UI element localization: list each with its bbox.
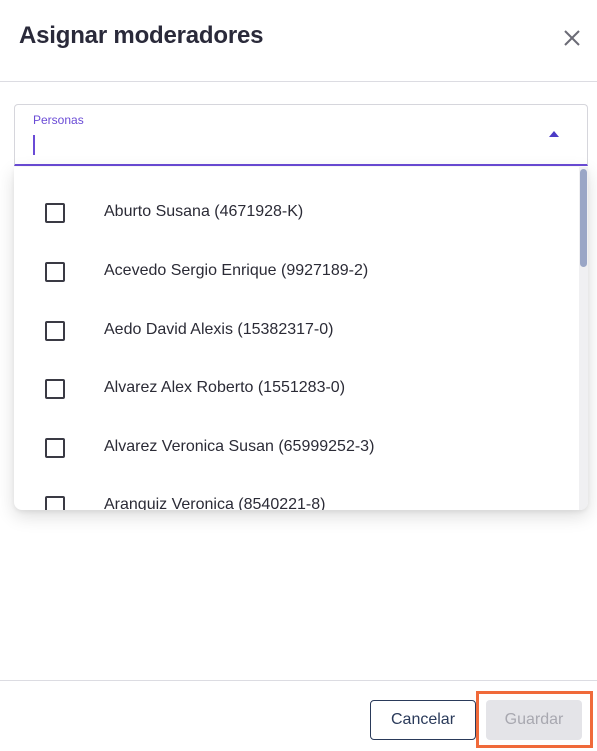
dialog-title: Asignar moderadores <box>19 22 264 49</box>
personas-select[interactable]: Personas <box>14 104 588 166</box>
list-item[interactable]: Aranguiz Veronica (8540221-8) <box>14 468 578 510</box>
list-item-label: Acevedo Sergio Enrique (9927189-2) <box>104 262 369 279</box>
personas-dropdown-list: Aburto Susana (4671928-K) Acevedo Sergio… <box>14 167 588 510</box>
personas-label: Personas <box>33 113 84 127</box>
list-item[interactable]: Aedo David Alexis (15382317-0) <box>14 293 578 351</box>
list-item[interactable]: Aburto Susana (4671928-K) <box>14 175 578 233</box>
dialog-footer: Cancelar Guardar <box>0 680 597 751</box>
close-icon <box>564 30 580 46</box>
list-item-label: Aranguiz Veronica (8540221-8) <box>104 496 326 510</box>
caret-up-icon[interactable] <box>549 131 559 137</box>
list-item[interactable]: Alvarez Veronica Susan (65999252-3) <box>14 410 578 468</box>
highlight-box <box>476 691 593 748</box>
list-item[interactable]: Acevedo Sergio Enrique (9927189-2) <box>14 234 578 292</box>
list-item[interactable]: Alvarez Alex Roberto (1551283-0) <box>14 351 578 409</box>
list-item-label: Alvarez Alex Roberto (1551283-0) <box>104 379 346 396</box>
list-item-label: Aedo David Alexis (15382317-0) <box>104 321 334 338</box>
checkbox[interactable] <box>45 262 65 282</box>
text-cursor <box>33 135 35 155</box>
list-item-label: Alvarez Veronica Susan (65999252-3) <box>104 438 375 455</box>
cancel-button[interactable]: Cancelar <box>370 700 476 740</box>
close-button[interactable] <box>558 24 586 52</box>
checkbox[interactable] <box>45 203 65 223</box>
checkbox[interactable] <box>45 438 65 458</box>
checkbox[interactable] <box>45 496 65 510</box>
checkbox[interactable] <box>45 321 65 341</box>
checkbox[interactable] <box>45 379 65 399</box>
scrollbar-thumb[interactable] <box>580 169 587 267</box>
list-item-label: Aburto Susana (4671928-K) <box>104 203 304 220</box>
dialog-header: Asignar moderadores <box>0 0 597 82</box>
